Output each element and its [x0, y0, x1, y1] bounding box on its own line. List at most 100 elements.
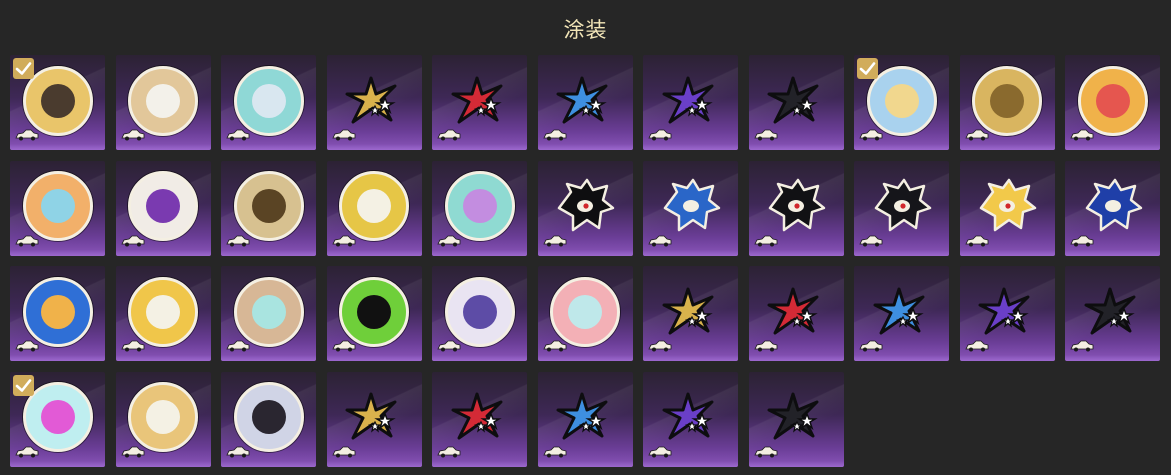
- skin-tile[interactable]: [748, 55, 844, 150]
- purple-stars-icon: [662, 392, 720, 442]
- skin-tile[interactable]: [643, 160, 738, 256]
- skin-tile[interactable]: [643, 55, 738, 150]
- skin-tile[interactable]: [1065, 266, 1160, 361]
- skin-tile[interactable]: [432, 160, 527, 256]
- skin-tile[interactable]: [221, 160, 316, 256]
- skin-tile[interactable]: [115, 160, 211, 256]
- skin-tile[interactable]: [748, 371, 844, 467]
- vehicle-icon: [648, 126, 672, 145]
- vehicle-icon: [331, 337, 356, 356]
- blue-stars-icon: [556, 392, 614, 442]
- skin-tile[interactable]: [643, 371, 738, 467]
- blonde-android-icon: [975, 178, 1039, 234]
- skin-tile[interactable]: [1065, 160, 1160, 256]
- vehicle-icon: [753, 337, 778, 356]
- skin-tile[interactable]: [115, 266, 211, 361]
- vehicle-icon: [437, 232, 461, 251]
- skin-tile[interactable]: [326, 160, 422, 256]
- skin-tile[interactable]: [326, 266, 422, 361]
- vehicle-icon: [859, 232, 883, 251]
- black-stars-icon: [767, 392, 825, 442]
- vehicle-icon: [542, 232, 567, 251]
- skin-tile[interactable]: [959, 55, 1055, 150]
- black-cat-mask-icon: [764, 178, 828, 234]
- skin-tile[interactable]: [1065, 55, 1160, 150]
- red-stars-icon: [767, 287, 825, 337]
- vehicle-icon: [120, 443, 145, 462]
- skin-tile[interactable]: [326, 371, 422, 467]
- skin-tile[interactable]: [537, 160, 633, 256]
- vehicle-icon: [15, 126, 39, 145]
- skin-tile[interactable]: [326, 55, 422, 150]
- purple-stars-icon: [662, 76, 720, 126]
- vehicle-icon: [120, 126, 145, 145]
- skin-tile[interactable]: [221, 266, 316, 361]
- vehicle-icon: [753, 126, 778, 145]
- blue-stars-icon: [556, 76, 614, 126]
- skin-tile[interactable]: [10, 266, 105, 361]
- skin-tile[interactable]: [537, 266, 633, 361]
- vehicle-icon: [437, 126, 461, 145]
- skin-tile[interactable]: [748, 160, 844, 256]
- blue-hedgehog-icon: [659, 178, 723, 234]
- vehicle-icon: [331, 443, 356, 462]
- vehicle-icon: [964, 126, 989, 145]
- skin-tile[interactable]: [643, 266, 738, 361]
- skin-tile[interactable]: [10, 371, 105, 467]
- skin-tile[interactable]: [854, 266, 949, 361]
- vehicle-icon: [15, 337, 39, 356]
- skin-tile[interactable]: [537, 371, 633, 467]
- vehicle-icon: [331, 126, 356, 145]
- red-stars-icon: [451, 392, 509, 442]
- skin-tile[interactable]: [854, 55, 949, 150]
- vehicle-icon: [120, 232, 145, 251]
- skin-tile[interactable]: [432, 371, 527, 467]
- vehicle-icon: [964, 337, 989, 356]
- gold-stars-icon: [345, 392, 403, 442]
- vehicle-icon: [226, 337, 250, 356]
- vehicle-icon: [753, 232, 778, 251]
- purple-stars-icon: [978, 287, 1036, 337]
- vehicle-icon: [15, 443, 39, 462]
- skin-tile[interactable]: [221, 371, 316, 467]
- vehicle-icon: [542, 337, 567, 356]
- vehicle-icon: [964, 232, 989, 251]
- vehicle-icon: [648, 232, 672, 251]
- skin-tile[interactable]: [959, 266, 1055, 361]
- vehicle-icon: [1070, 126, 1094, 145]
- skin-tile[interactable]: [115, 55, 211, 150]
- red-stars-icon: [451, 76, 509, 126]
- skin-grid: [10, 55, 1160, 467]
- black-stars-icon: [767, 76, 825, 126]
- skin-tile[interactable]: [10, 55, 105, 150]
- skin-tile[interactable]: [432, 266, 527, 361]
- blue-stars-icon: [873, 287, 931, 337]
- vehicle-icon: [1070, 232, 1094, 251]
- vehicle-icon: [542, 443, 567, 462]
- vehicle-icon: [120, 337, 145, 356]
- vehicle-icon: [648, 337, 672, 356]
- gold-stars-icon: [662, 287, 720, 337]
- vehicle-icon: [1070, 337, 1094, 356]
- selected-check-icon: [13, 374, 34, 396]
- vehicle-icon: [331, 232, 356, 251]
- skin-tile[interactable]: [959, 160, 1055, 256]
- selected-check-icon: [857, 58, 878, 79]
- skin-tile[interactable]: [748, 266, 844, 361]
- skin-tile[interactable]: [537, 55, 633, 150]
- vehicle-icon: [437, 337, 461, 356]
- vehicle-icon: [437, 443, 461, 462]
- page-title: 涂装: [563, 18, 608, 42]
- gold-stars-icon: [345, 76, 403, 126]
- blue-hair-boy-icon: [1081, 178, 1145, 234]
- vehicle-icon: [15, 232, 39, 251]
- selected-check-icon: [13, 58, 34, 79]
- skin-tile[interactable]: [221, 55, 316, 150]
- skin-tile[interactable]: [115, 371, 211, 467]
- skin-tile[interactable]: [432, 55, 527, 150]
- vehicle-icon: [753, 443, 778, 462]
- skin-tile[interactable]: [854, 160, 949, 256]
- skin-tile[interactable]: [10, 160, 105, 256]
- black-hedgehog-icon: [553, 178, 617, 234]
- black-stars-icon: [1084, 287, 1142, 337]
